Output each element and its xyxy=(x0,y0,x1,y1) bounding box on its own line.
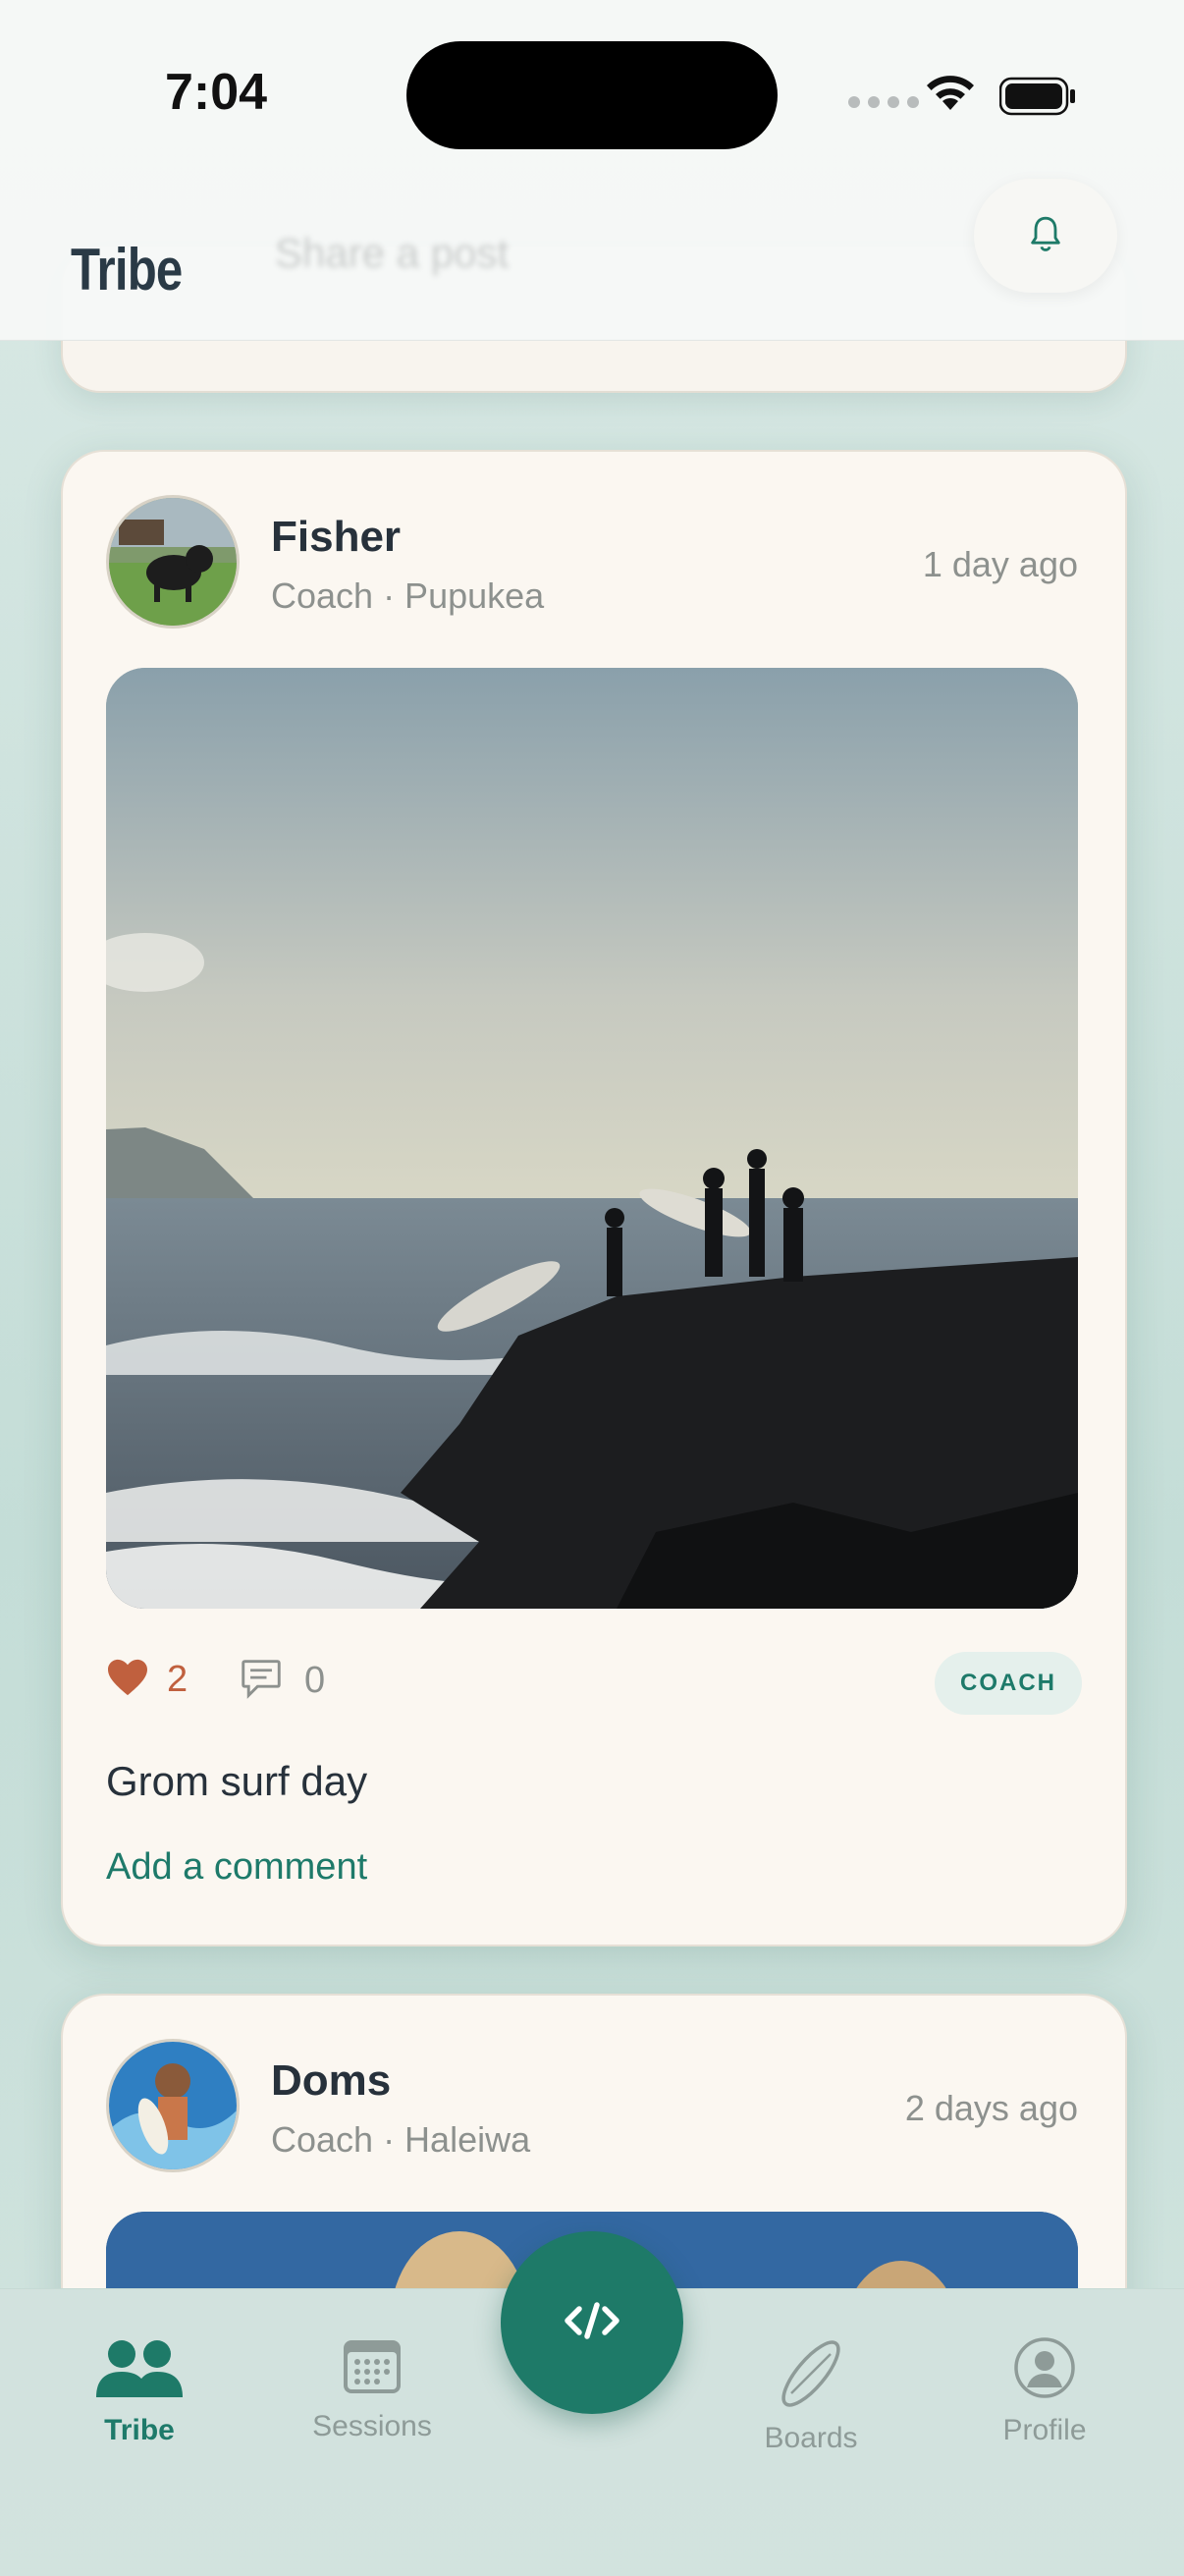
author-name[interactable]: Fisher xyxy=(271,513,401,562)
wifi-icon xyxy=(923,71,978,117)
avatar[interactable] xyxy=(106,495,240,629)
post-header: Doms Coach · Haleiwa 2 days ago xyxy=(106,2039,1078,2172)
like-count: 2 xyxy=(167,1659,188,1700)
post-photo[interactable] xyxy=(106,668,1078,1609)
post-header: Fisher Coach · Pupukea 1 day ago xyxy=(106,495,1078,629)
nav-label: Tribe xyxy=(104,2414,175,2446)
page-title: Tribe xyxy=(71,237,183,302)
profile-icon xyxy=(1013,2336,1076,2404)
nav-profile[interactable]: Profile xyxy=(986,2336,1103,2447)
comment-icon xyxy=(240,1658,283,1704)
surfboard-icon xyxy=(774,2336,848,2416)
role-badge: COACH xyxy=(935,1652,1082,1715)
code-icon xyxy=(564,2301,620,2345)
post-timestamp: 1 day ago xyxy=(922,544,1078,584)
like-button[interactable]: 2 xyxy=(106,1658,188,1702)
nav-label: Boards xyxy=(764,2422,858,2454)
top-bar: 7:04 Share a post Tribe xyxy=(0,0,1184,341)
post-actions: 2 0 COACH xyxy=(106,1652,1082,1721)
people-icon xyxy=(92,2336,187,2404)
author-meta: Coach · Haleiwa xyxy=(271,2119,531,2160)
feed[interactable]: Fisher Coach · Pupukea 1 day ago 2 0 COA… xyxy=(0,0,1184,2288)
nav-tribe[interactable]: Tribe xyxy=(81,2336,198,2447)
nav-boards[interactable]: Boards xyxy=(752,2336,870,2455)
nav-sessions[interactable]: Sessions xyxy=(298,2336,446,2443)
bell-icon xyxy=(1026,213,1065,259)
notifications-button[interactable] xyxy=(974,179,1117,293)
post-card[interactable]: Fisher Coach · Pupukea 1 day ago 2 0 COA… xyxy=(61,450,1127,1946)
post-caption: Grom surf day xyxy=(106,1758,368,1804)
cellular-signal-icon xyxy=(848,96,919,108)
center-action-button[interactable] xyxy=(501,2231,683,2414)
comment-button[interactable]: 0 xyxy=(240,1658,325,1704)
status-time: 7:04 xyxy=(165,64,268,121)
comment-count: 0 xyxy=(304,1660,326,1701)
post-timestamp: 2 days ago xyxy=(904,2088,1078,2128)
avatar[interactable] xyxy=(106,2039,240,2172)
battery-icon xyxy=(998,77,1078,121)
nav-label: Sessions xyxy=(312,2410,432,2442)
heart-icon xyxy=(106,1658,149,1702)
dynamic-island xyxy=(406,41,778,149)
calendar-icon xyxy=(342,2336,403,2400)
author-name[interactable]: Doms xyxy=(271,2056,391,2106)
share-post-hint: Share a post xyxy=(275,230,510,276)
author-meta: Coach · Pupukea xyxy=(271,575,545,616)
nav-label: Profile xyxy=(1002,2414,1087,2446)
add-comment-link[interactable]: Add a comment xyxy=(106,1846,367,1889)
